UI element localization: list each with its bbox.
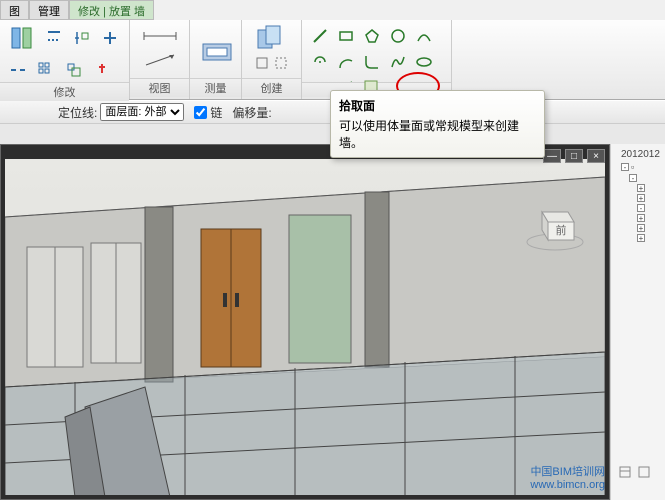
arc-tangent-icon[interactable] xyxy=(334,50,358,74)
tree-plus-icon[interactable]: + xyxy=(637,184,645,192)
panel-icon-1[interactable] xyxy=(617,464,633,480)
panel-label-measure: 测量 xyxy=(190,78,241,97)
create-group-icon[interactable] xyxy=(250,22,294,54)
view-max-icon[interactable]: □ xyxy=(565,149,583,163)
polygon-icon[interactable] xyxy=(360,24,384,48)
trim-icon[interactable] xyxy=(98,26,122,50)
align-icon[interactable] xyxy=(6,22,38,54)
fillet-arc-icon[interactable] xyxy=(360,50,384,74)
tree-minus-icon[interactable]: - xyxy=(629,174,637,182)
view-area: — □ × xyxy=(0,144,610,500)
panel-label-modify: 修改 xyxy=(0,82,129,101)
tree-plus-icon[interactable]: + xyxy=(637,194,645,202)
locate-label: 定位线: xyxy=(58,104,97,121)
tree-node-icon: ▫ xyxy=(631,162,634,172)
tree-root[interactable]: 2012012 xyxy=(613,148,663,161)
panel-create: 创建 xyxy=(242,20,302,99)
panel-modify: ▾ 修改 xyxy=(0,20,130,99)
measure-icon[interactable] xyxy=(196,28,238,72)
panel-label-view: 视图 xyxy=(130,78,189,97)
array-icon[interactable] xyxy=(34,58,58,82)
tree-plus-icon[interactable]: + xyxy=(637,224,645,232)
line-icon[interactable] xyxy=(308,24,332,48)
dimension-arrow-icon[interactable] xyxy=(140,48,180,72)
panel-icon-2[interactable] xyxy=(636,464,652,480)
menu-tabs: 图 管理 修改 | 放置 墙 xyxy=(0,0,665,20)
pin-icon[interactable] xyxy=(90,58,114,82)
view-min-icon[interactable]: — xyxy=(543,149,561,163)
split-icon[interactable] xyxy=(6,58,30,82)
ellipse-icon[interactable] xyxy=(412,50,436,74)
tree-plus-icon[interactable]: + xyxy=(637,234,645,242)
panel-view: 视图 xyxy=(130,20,190,99)
circle-icon[interactable] xyxy=(386,24,410,48)
offset-label: 偏移量: xyxy=(232,104,271,121)
scale-icon[interactable] xyxy=(62,58,86,82)
rect-icon[interactable] xyxy=(334,24,358,48)
tooltip-title: 拾取面 xyxy=(339,97,536,114)
chain-checkbox[interactable] xyxy=(194,106,207,119)
dimension-icon[interactable] xyxy=(140,26,180,46)
panel-label-create: 创建 xyxy=(242,78,301,97)
locate-select[interactable]: 面层面: 外部 xyxy=(100,103,184,121)
small-box-icon[interactable] xyxy=(253,54,271,72)
3d-scene[interactable] xyxy=(5,159,605,495)
tree-minus-icon[interactable]: - xyxy=(637,204,645,212)
small-select-icon[interactable] xyxy=(272,54,290,72)
arc-center-icon[interactable] xyxy=(308,50,332,74)
tooltip-body: 可以使用体量面或常规模型来创建墙。 xyxy=(339,119,519,150)
chain-label: 链 xyxy=(210,104,222,121)
mirror-icon[interactable] xyxy=(70,26,94,50)
tree-plus-icon[interactable]: + xyxy=(637,214,645,222)
offset-icon[interactable] xyxy=(42,26,66,50)
view-close-icon[interactable]: × xyxy=(587,149,605,163)
arc-start-icon[interactable] xyxy=(412,24,436,48)
tab-modify-wall[interactable]: 修改 | 放置 墙 xyxy=(69,0,154,20)
view-window-controls: — □ × xyxy=(543,149,605,163)
spline-icon[interactable] xyxy=(386,50,410,74)
tab-manage[interactable]: 管理 xyxy=(29,0,69,20)
panel-measure: 测量 xyxy=(190,20,242,99)
project-browser[interactable]: 2012012 -▫ - + + - + + + xyxy=(610,144,665,500)
panel-draw xyxy=(302,20,452,99)
ribbon: ▾ 修改 视图 测量 创建 xyxy=(0,20,665,100)
tab-tu[interactable]: 图 xyxy=(0,0,29,20)
tree-minus-icon[interactable]: - xyxy=(621,163,629,171)
tooltip: 拾取面 可以使用体量面或常规模型来创建墙。 xyxy=(330,90,545,158)
